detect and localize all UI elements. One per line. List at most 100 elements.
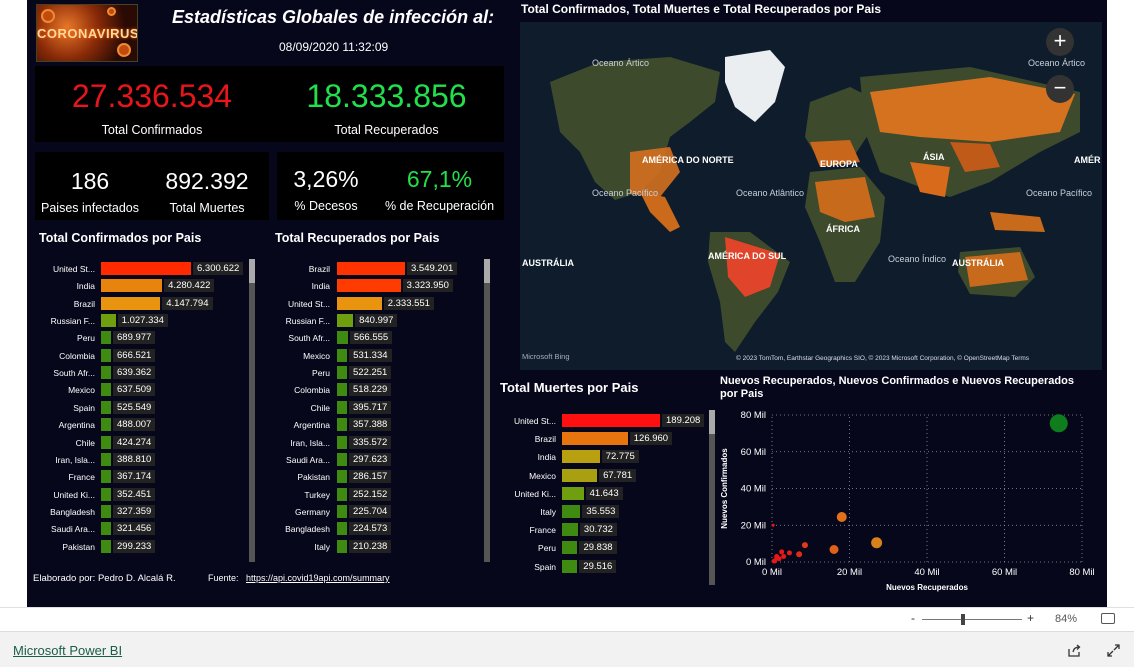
bar[interactable] (562, 450, 600, 464)
bar-row[interactable]: Spain 525.549 (35, 400, 250, 415)
bar[interactable] (337, 435, 347, 449)
bar[interactable] (101, 452, 111, 466)
bar-row[interactable]: South Afr... 566.555 (270, 331, 485, 345)
bar[interactable] (101, 504, 111, 518)
confirmados-bar-chart[interactable]: United St... 6.300.622 India 4.280.422 Brazi… (35, 262, 250, 562)
bar-row[interactable]: Bangladesh 224.573 (270, 522, 485, 536)
recuperados-bar-chart[interactable]: Brazil 3.549.201 India 3.323.950 United St..… (270, 262, 485, 562)
bar-row[interactable]: United Ki... 352.451 (35, 487, 250, 502)
bar[interactable] (337, 279, 401, 293)
kpi-card-left[interactable]: 186 Paises infectados 892.392 Total Muer… (35, 152, 269, 220)
bar[interactable] (337, 504, 347, 518)
scrollbar-thumb[interactable] (709, 410, 715, 434)
bar-row[interactable]: Brazil 4.147.794 (35, 296, 250, 311)
scatter-point[interactable] (796, 551, 803, 558)
bar[interactable] (562, 523, 578, 537)
kpi-recuperacion[interactable]: 67,1% % de Recuperación (375, 152, 504, 220)
bar-row[interactable]: Chile 424.274 (35, 435, 250, 450)
scatter-point[interactable] (781, 553, 787, 559)
zoom-out-button[interactable]: - (911, 611, 915, 625)
bar-row[interactable]: United St... 2.333.551 (270, 296, 485, 311)
bar[interactable] (101, 348, 111, 362)
bar-row[interactable]: Saudi Ara... 297.623 (270, 452, 485, 467)
bar-row[interactable]: Brazil 126.960 (498, 432, 710, 446)
kpi-muertes[interactable]: 892.392 Total Muertes (145, 152, 269, 220)
bar[interactable] (337, 522, 347, 536)
bar[interactable] (337, 366, 347, 380)
bar-row[interactable]: France 30.732 (498, 523, 710, 537)
bar[interactable] (337, 296, 382, 310)
bar[interactable] (337, 487, 347, 501)
kpi-card-main[interactable]: 27.336.534 Total Confirmados 18.333.856 … (35, 66, 504, 142)
bar[interactable] (101, 539, 111, 553)
bar[interactable] (337, 452, 347, 466)
scatter-point[interactable] (836, 511, 847, 522)
bar[interactable] (101, 522, 111, 536)
bar[interactable] (337, 262, 405, 275)
bar[interactable] (337, 400, 347, 414)
bar[interactable] (101, 279, 163, 293)
bar-row[interactable]: United St... 189.208 (498, 414, 710, 428)
bar-row[interactable]: Argentina 357.388 (270, 418, 485, 432)
bar-row[interactable]: Russian F... 840.997 (270, 314, 485, 328)
bar[interactable] (101, 435, 111, 449)
bar-row[interactable]: Peru 522.251 (270, 366, 485, 380)
bar[interactable] (101, 262, 191, 275)
bar[interactable] (562, 541, 578, 555)
scatter-point[interactable] (871, 537, 883, 549)
bar-row[interactable]: Spain 29.516 (498, 559, 710, 574)
bar-row[interactable]: India 4.280.422 (35, 279, 250, 293)
share-icon[interactable] (1067, 643, 1082, 658)
bar-row[interactable]: Saudi Ara... 321.456 (35, 522, 250, 536)
bar[interactable] (337, 383, 347, 397)
bar[interactable] (101, 366, 111, 380)
bar-row[interactable]: Russian F... 1.027.334 (35, 314, 250, 328)
bar-row[interactable]: Iran, Isla... 388.810 (35, 452, 250, 467)
bar[interactable] (562, 505, 581, 518)
bar[interactable] (337, 539, 347, 553)
kpi-paises[interactable]: 186 Paises infectados (35, 152, 145, 220)
bar-row[interactable]: Italy 35.553 (498, 505, 710, 519)
bar-row[interactable]: Mexico 637.509 (35, 383, 250, 397)
expand-icon[interactable] (1106, 643, 1121, 658)
muertes-scrollbar[interactable] (709, 410, 715, 585)
scrollbar-thumb[interactable] (484, 259, 490, 283)
bar-row[interactable]: Bangladesh 327.359 (35, 504, 250, 519)
scatter-point[interactable] (786, 550, 792, 556)
bar[interactable] (562, 486, 584, 500)
scatter-point[interactable] (779, 549, 785, 555)
source-link[interactable]: https://api.covid19api.com/summary (246, 573, 390, 583)
bar[interactable] (337, 470, 347, 484)
bar[interactable] (337, 418, 347, 432)
bar-row[interactable]: United Ki... 41.643 (498, 486, 710, 501)
bar[interactable] (101, 400, 111, 414)
scatter-chart[interactable]: 0 Mil20 Mil40 Mil60 Mil80 Mil0 Mil 20 Mil… (716, 405, 1106, 595)
bar-row[interactable]: Peru 689.977 (35, 331, 250, 345)
recuperados-scrollbar[interactable] (484, 259, 490, 562)
map-zoom-out-button[interactable]: − (1046, 75, 1074, 103)
bar[interactable] (101, 470, 111, 484)
bar-row[interactable]: Turkey 252.152 (270, 487, 485, 502)
bar[interactable] (562, 432, 628, 446)
zoom-in-button[interactable]: + (1027, 611, 1034, 625)
kpi-total-confirmados[interactable]: 27.336.534 Total Confirmados (35, 66, 269, 142)
bar[interactable] (562, 414, 660, 427)
map-attribution[interactable]: © 2023 TomTom, Earthstar Geographics SIO… (736, 355, 1029, 362)
map-zoom-in-button[interactable]: + (1046, 28, 1074, 56)
scatter-point[interactable] (771, 523, 775, 527)
bar-row[interactable]: Colombia 518.229 (270, 383, 485, 397)
scrollbar-thumb[interactable] (249, 259, 255, 283)
zoom-slider-thumb[interactable] (961, 614, 965, 625)
confirmados-scrollbar[interactable] (249, 259, 255, 562)
fit-to-page-icon[interactable] (1101, 613, 1115, 624)
bar-row[interactable]: Germany 225.704 (270, 504, 485, 519)
bar-row[interactable]: Argentina 488.007 (35, 418, 250, 432)
kpi-total-recuperados[interactable]: 18.333.856 Total Recuperados (269, 66, 504, 142)
bar[interactable] (562, 468, 598, 482)
bar-row[interactable]: Mexico 67.781 (498, 468, 710, 483)
bar-row[interactable]: Italy 210.238 (270, 539, 485, 554)
bar-row[interactable]: Pakistan 286.157 (270, 470, 485, 484)
bar-row[interactable]: Colombia 666.521 (35, 348, 250, 363)
bar-row[interactable]: Peru 29.838 (498, 541, 710, 555)
kpi-card-right[interactable]: 3,26% % Decesos 67,1% % de Recuperación (277, 152, 504, 220)
